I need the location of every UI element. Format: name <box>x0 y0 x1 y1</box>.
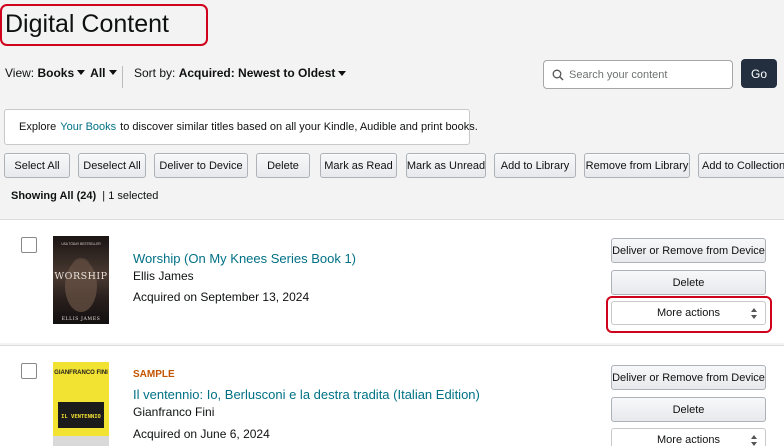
book-cover-art: USA TODAY BESTSELLER WORSHIP ELLIS JAMES <box>54 242 107 322</box>
explore-banner: Explore Your Books to discover similar t… <box>4 109 478 145</box>
showing-count: Showing All (24) <box>11 190 97 202</box>
book-title-link[interactable]: Worship (On My Knees Series Book 1) <box>133 251 356 266</box>
acquired-date: Acquired on September 13, 2024 <box>133 290 310 304</box>
cover-title: WORSHIP <box>54 271 107 282</box>
chevron-down-icon <box>108 70 117 75</box>
deliver-or-remove-button[interactable]: Deliver or Remove from Device <box>611 238 766 263</box>
acquired-date: Acquired on June 6, 2024 <box>133 427 270 441</box>
view-label: View: <box>5 66 35 80</box>
mark-as-unread-button[interactable]: Mark as Unread <box>406 153 486 178</box>
book-title-link[interactable]: Il ventennio: Io, Berlusconi e la destra… <box>133 387 480 402</box>
mark-as-read-button[interactable]: Mark as Read <box>320 153 397 178</box>
deselect-all-button[interactable]: Deselect All <box>78 153 146 178</box>
chevron-down-icon <box>77 70 86 75</box>
more-actions-label: More actions <box>657 307 720 319</box>
view-type-dropdown[interactable]: Books <box>37 66 74 80</box>
cover-title: IL VENTENNIO <box>61 414 101 420</box>
delete-item-button[interactable]: Delete <box>611 397 766 422</box>
cover-author: ELLIS JAMES <box>62 316 101 322</box>
selection-status: Showing All (24) | 1 selected <box>11 190 158 202</box>
cover-author: GIANFRANCO FINI <box>54 370 108 376</box>
selected-count: | 1 selected <box>102 190 159 202</box>
select-all-button[interactable]: Select All <box>4 153 70 178</box>
view-selector: View: Books All <box>5 66 122 80</box>
sort-selector[interactable]: Sort by: Acquired: Newest to Oldest <box>134 66 351 80</box>
sample-badge: SAMPLE <box>133 369 175 380</box>
list-item: GIANFRANCO FINI IL VENTENNIO SAMPLE Il v… <box>0 345 784 446</box>
book-cover[interactable]: GIANFRANCO FINI IL VENTENNIO <box>53 362 109 446</box>
book-author: Ellis James <box>133 269 194 283</box>
delete-button[interactable]: Delete <box>256 153 310 178</box>
remove-from-library-button[interactable]: Remove from Library <box>584 153 690 178</box>
more-actions-dropdown[interactable]: More actions <box>611 428 766 446</box>
search-input[interactable] <box>569 68 719 81</box>
more-actions-label: More actions <box>657 434 720 446</box>
add-to-collections-button[interactable]: Add to Collections <box>698 153 784 178</box>
view-filter-dropdown[interactable]: All <box>90 66 105 80</box>
select-arrows-icon <box>751 435 757 446</box>
delete-item-button[interactable]: Delete <box>611 270 766 295</box>
list-item: USA TODAY BESTSELLER WORSHIP ELLIS JAMES… <box>0 219 784 343</box>
cover-tagline: USA TODAY BESTSELLER <box>61 242 101 246</box>
explore-prefix: Explore <box>19 121 57 133</box>
search-box[interactable] <box>543 60 733 89</box>
add-to-library-button[interactable]: Add to Library <box>494 153 576 178</box>
sort-label: Sort by: <box>134 66 176 80</box>
search-icon <box>552 69 564 80</box>
book-cover-art: GIANFRANCO FINI IL VENTENNIO <box>53 370 109 446</box>
sort-value[interactable]: Acquired: Newest to Oldest <box>179 66 336 80</box>
item-checkbox[interactable] <box>21 363 37 379</box>
page-title: Digital Content <box>5 10 169 38</box>
book-author: Gianfranco Fini <box>133 405 215 419</box>
your-books-link[interactable]: Your Books <box>60 121 116 133</box>
select-arrows-icon <box>751 308 757 319</box>
chevron-down-icon <box>338 70 347 76</box>
go-button[interactable]: Go <box>741 59 777 88</box>
item-checkbox[interactable] <box>21 237 37 253</box>
deliver-or-remove-button[interactable]: Deliver or Remove from Device <box>611 365 766 390</box>
explore-suffix: to discover similar titles based on all … <box>120 121 478 133</box>
deliver-to-device-button[interactable]: Deliver to Device <box>154 153 248 178</box>
more-actions-dropdown[interactable]: More actions <box>611 301 766 325</box>
divider <box>122 66 123 88</box>
book-cover[interactable]: USA TODAY BESTSELLER WORSHIP ELLIS JAMES <box>53 236 109 324</box>
